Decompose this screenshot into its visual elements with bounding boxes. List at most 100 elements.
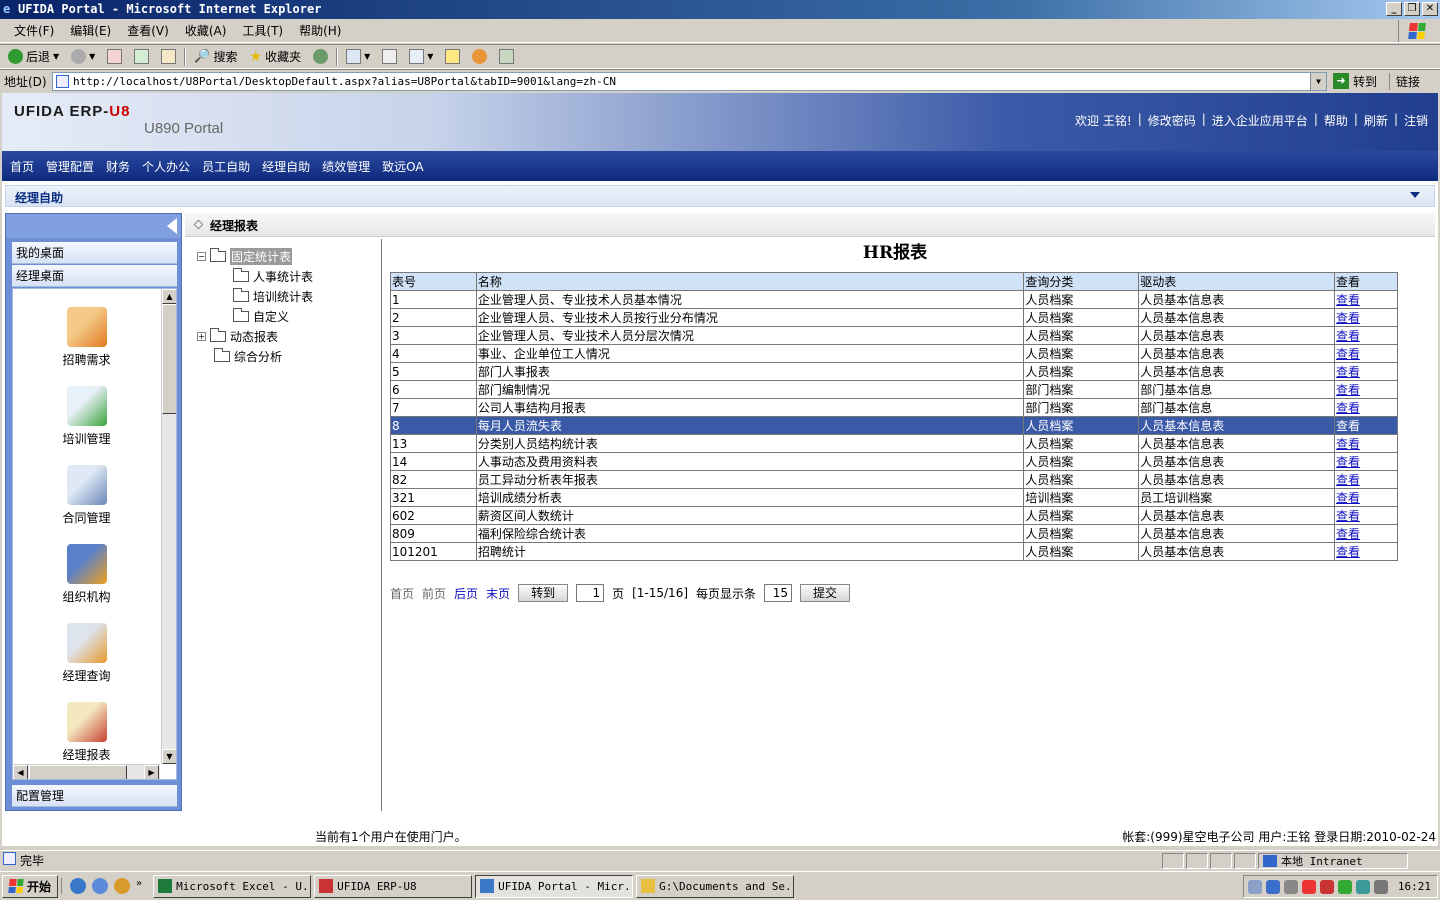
table-row[interactable]: 5 部门人事报表 人员档案 人员基本信息表 查看 [390, 362, 1398, 381]
expand-node-icon[interactable]: + [197, 331, 206, 341]
antivirus-icon[interactable] [1337, 879, 1352, 894]
links-button[interactable]: 链接 [1389, 72, 1420, 90]
go-button[interactable]: ➜ 转到 [1333, 73, 1377, 90]
forward-button[interactable]: ▼ [67, 46, 99, 68]
scroll-up-button[interactable]: ▲ [162, 289, 176, 304]
scroll-thumb[interactable] [162, 304, 176, 414]
view-link[interactable]: 查看 [1334, 398, 1398, 417]
ie-quicklaunch-icon[interactable] [70, 878, 87, 894]
chevron-down-icon[interactable] [1410, 192, 1420, 198]
last-page-link[interactable]: 末页 [486, 585, 510, 602]
table-row[interactable]: 6 部门编制情况 部门档案 部门基本信息 查看 [390, 380, 1398, 399]
per-page-input[interactable]: 15 [764, 584, 793, 602]
restore-button[interactable]: ❐ [1404, 2, 1420, 16]
nav-item[interactable]: 致远OA [382, 158, 423, 175]
header-link[interactable]: 帮助 [1324, 112, 1348, 129]
url-dropdown-button[interactable]: ▼ [1310, 72, 1326, 90]
view-link[interactable]: 查看 [1334, 344, 1398, 363]
close-button[interactable]: ✕ [1422, 2, 1438, 16]
header-link[interactable]: 进入企业应用平台 [1212, 112, 1308, 129]
view-link[interactable]: 查看 [1334, 524, 1398, 543]
research-button[interactable] [495, 46, 518, 68]
horizontal-scrollbar[interactable]: ◀ ▶ [13, 764, 160, 779]
nav-item[interactable]: 绩效管理 [322, 158, 370, 175]
sidebar-item-config[interactable]: 配置管理 [12, 785, 177, 807]
view-link[interactable]: 查看 [1334, 452, 1398, 471]
desktop-shortcut[interactable]: 招聘需求 [13, 307, 160, 368]
header-link[interactable]: 注销 [1404, 112, 1428, 129]
nav-item[interactable]: 首页 [10, 158, 34, 175]
shield-icon[interactable] [1373, 879, 1388, 894]
table-row[interactable]: 602 薪资区间人数统计 人员档案 人员基本信息表 查看 [390, 506, 1398, 525]
table-row[interactable]: 8 每月人员流失表 人员档案 人员基本信息表 查看 [390, 416, 1398, 435]
tree-node-training[interactable]: 培训统计表 [233, 287, 313, 305]
minimize-button[interactable]: _ [1386, 2, 1402, 16]
back-button[interactable]: 后退 ▼ [4, 46, 63, 68]
scroll-right-button[interactable]: ▶ [144, 765, 159, 779]
view-link[interactable]: 查看 [1334, 380, 1398, 399]
nav-item[interactable]: 个人办公 [142, 158, 190, 175]
view-link[interactable]: 查看 [1334, 416, 1398, 435]
prev-page-link[interactable]: 前页 [422, 585, 446, 602]
view-link[interactable]: 查看 [1334, 488, 1398, 507]
nav-item[interactable]: 管理配置 [46, 158, 94, 175]
table-row[interactable]: 7 公司人事结构月报表 部门档案 部门基本信息 查看 [390, 398, 1398, 417]
table-row[interactable]: 82 员工异动分析表年报表 人员档案 人员基本信息表 查看 [390, 470, 1398, 489]
discuss-button[interactable] [441, 46, 464, 68]
collapse-left-icon[interactable] [167, 218, 177, 234]
menu-item[interactable]: 工具(T) [234, 22, 291, 39]
help-icon[interactable] [1265, 879, 1280, 894]
sidebar-item-manager-desktop[interactable]: 经理桌面 [12, 265, 177, 287]
table-row[interactable]: 13 分类别人员结构统计表 人员档案 人员基本信息表 查看 [390, 434, 1398, 453]
desktop-shortcut[interactable]: 培训管理 [13, 386, 160, 447]
tree-node-custom[interactable]: 自定义 [233, 307, 289, 325]
menu-item[interactable]: 收藏(A) [177, 22, 235, 39]
more-quicklaunch-icon[interactable]: » [136, 878, 142, 894]
menu-item[interactable]: 帮助(H) [291, 22, 349, 39]
taskbar-task[interactable]: UFIDA ERP-U8 [314, 874, 473, 898]
next-page-link[interactable]: 后页 [454, 585, 478, 602]
tree-node-personnel[interactable]: 人事统计表 [233, 267, 313, 285]
view-link[interactable]: 查看 [1334, 362, 1398, 381]
desktop-quicklaunch-icon[interactable] [92, 878, 109, 894]
table-row[interactable]: 101201 招聘统计 人员档案 人员基本信息表 查看 [390, 542, 1398, 561]
desktop-shortcut[interactable]: 经理查询 [13, 623, 160, 684]
view-link[interactable]: 查看 [1334, 326, 1398, 345]
header-link[interactable]: 修改密码 [1148, 112, 1196, 129]
menu-item[interactable]: 查看(V) [119, 22, 177, 39]
tree-node-analysis[interactable]: 综合分析 [214, 347, 282, 365]
view-link[interactable]: 查看 [1334, 506, 1398, 525]
nav-item[interactable]: 财务 [106, 158, 130, 175]
nav-item[interactable]: 经理自助 [262, 158, 310, 175]
desktop-shortcut[interactable]: 组织机构 [13, 544, 160, 605]
tree-node-fixed[interactable]: − 固定统计表 [197, 247, 293, 265]
header-link[interactable]: 刷新 [1364, 112, 1388, 129]
tree-node-dynamic[interactable]: + 动态报表 [197, 327, 278, 345]
goto-button[interactable]: 转到 [518, 584, 569, 602]
refresh-button[interactable] [130, 46, 153, 68]
history-button[interactable] [309, 46, 332, 68]
menu-item[interactable]: 文件(F) [6, 22, 62, 39]
nav-item[interactable]: 员工自助 [202, 158, 250, 175]
qq-icon[interactable] [1301, 879, 1316, 894]
sidebar-item-my-desktop[interactable]: 我的桌面 [12, 242, 177, 264]
scroll-down-button[interactable]: ▼ [162, 749, 176, 764]
usb-icon[interactable] [1283, 879, 1298, 894]
taskbar-task[interactable]: Microsoft Excel - U... [153, 874, 312, 898]
view-link[interactable]: 查看 [1334, 308, 1398, 327]
desktop-shortcut[interactable]: 合同管理 [13, 465, 160, 526]
search-button[interactable]: 🔎 搜索 [190, 46, 241, 68]
app-quicklaunch-icon[interactable] [114, 878, 131, 894]
table-row[interactable]: 4 事业、企业单位工人情况 人员档案 人员基本信息表 查看 [390, 344, 1398, 363]
table-row[interactable]: 2 企业管理人员、专业技术人员按行业分布情况 人员档案 人员基本信息表 查看 [390, 308, 1398, 327]
table-row[interactable]: 1 企业管理人员、专业技术人员基本情况 人员档案 人员基本信息表 查看 [390, 290, 1398, 309]
collapse-node-icon[interactable]: − [197, 251, 206, 261]
messenger-button[interactable] [468, 46, 491, 68]
view-link[interactable]: 查看 [1334, 290, 1398, 309]
start-button[interactable]: 开始 [2, 874, 59, 898]
table-row[interactable]: 321 培训成绩分析表 培训档案 员工培训档案 查看 [390, 488, 1398, 507]
scroll-left-button[interactable]: ◀ [13, 765, 28, 779]
taskbar-task[interactable]: UFIDA Portal - Micr... [475, 874, 634, 898]
view-link[interactable]: 查看 [1334, 542, 1398, 561]
table-row[interactable]: 3 企业管理人员、专业技术人员分层次情况 人员档案 人员基本信息表 查看 [390, 326, 1398, 345]
